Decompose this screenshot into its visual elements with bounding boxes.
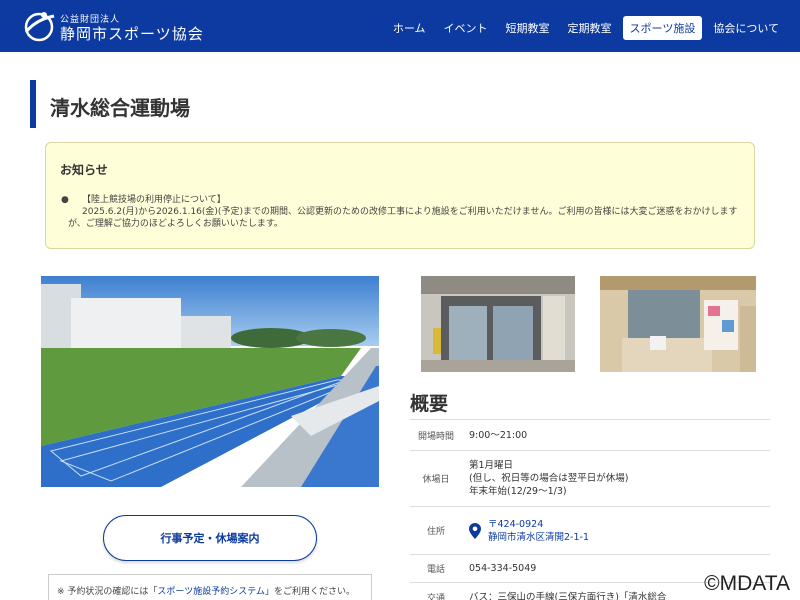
reception-photo (600, 276, 756, 372)
table-row: 開場時間 9:00～21:00 (410, 420, 770, 451)
closed-value: 第1月曜日 (但し、祝日等の場合は翌平日が休場) 年末年始(12/29～1/3) (462, 459, 628, 498)
notice-item: ● 【陸上競技場の利用停止について】 2025.6.2(月)から2026.1.1… (61, 194, 748, 230)
access-value: バス：三保山の手線(三保方面行き)「清水総合 (469, 592, 667, 600)
reservation-note-prefix: ※ 予約状況の確認には「 (57, 587, 158, 597)
reservation-system-link[interactable]: スポーツ施設予約システム (157, 587, 265, 597)
nav-events[interactable]: イベント (437, 16, 495, 40)
bullet-icon: ● (61, 195, 69, 205)
entrance-photo (421, 276, 575, 372)
notice-box: お知らせ ● 【陸上競技場の利用停止について】 2025.6.2(月)から202… (45, 142, 755, 249)
schedule-button[interactable]: 行事予定・休場案内 (103, 515, 317, 561)
table-row: 住所 〒424-0924 静岡市清水区清開2-1-1 (410, 507, 770, 555)
closed-line: 第1月曜日 (469, 460, 514, 471)
notice-item-line: 2025.6.2(月)から2026.1.16(金)(予定)までの期間、公認更新の… (82, 207, 738, 217)
org-name[interactable]: 静岡市スポーツ協会 (60, 23, 204, 44)
table-row: 休場日 第1月曜日 (但し、祝日等の場合は翌平日が休場) 年末年始(12/29～… (410, 451, 770, 507)
notice-title: お知らせ (60, 163, 108, 177)
notice-item-line: が、ご理解ご協力のほどよろしくお願いいたします。 (68, 219, 283, 229)
map-pin-icon[interactable] (469, 522, 481, 539)
copyright-watermark: ©MDATA (704, 572, 790, 595)
closed-line: 年末年始(12/29～1/3) (469, 486, 567, 497)
reservation-note: ※ 予約状況の確認には「スポーツ施設予約システム」をご利用ください。 (48, 574, 372, 600)
notice-item-title: 【陸上競技場の利用停止について】 (82, 195, 226, 205)
hours-value: 9:00～21:00 (469, 429, 528, 441)
closed-line: (但し、祝日等の場合は翌平日が休場) (469, 473, 629, 484)
address-label: 住所 (426, 527, 445, 537)
tel-label: 電話 (426, 565, 445, 575)
overview-title: 概要 (410, 393, 449, 415)
reservation-note-suffix: 」をご利用ください。 (264, 587, 355, 597)
page-title: 清水総合運動場 (50, 96, 190, 120)
logo-icon[interactable] (22, 10, 56, 42)
nav-home[interactable]: ホーム (386, 16, 433, 40)
nav-about[interactable]: 協会について (706, 16, 786, 40)
postal-code: 〒424-0924 (488, 518, 544, 530)
closed-label: 休場日 (422, 475, 450, 485)
stadium-photo (41, 276, 379, 487)
nav-regular-classes[interactable]: 定期教室 (561, 16, 619, 40)
main-nav: ホーム イベント 短期教室 定期教室 スポーツ施設 協会について (386, 16, 786, 40)
tel-value: 054-334-5049 (469, 563, 537, 574)
hours-label: 開場時間 (417, 431, 454, 442)
nav-sports-facilities[interactable]: スポーツ施設 (622, 16, 703, 40)
address-text: 静岡市清水区清開2-1-1 (488, 531, 589, 543)
site-header: 公益財団法人 静岡市スポーツ協会 ホーム イベント 短期教室 定期教室 スポーツ… (0, 0, 800, 52)
access-label: 交通 (426, 594, 445, 600)
nav-short-classes[interactable]: 短期教室 (499, 16, 557, 40)
address-link[interactable]: 〒424-0924 静岡市清水区清開2-1-1 (488, 518, 589, 544)
title-accent-bar (30, 80, 36, 128)
address-value: 〒424-0924 静岡市清水区清開2-1-1 (462, 518, 589, 544)
